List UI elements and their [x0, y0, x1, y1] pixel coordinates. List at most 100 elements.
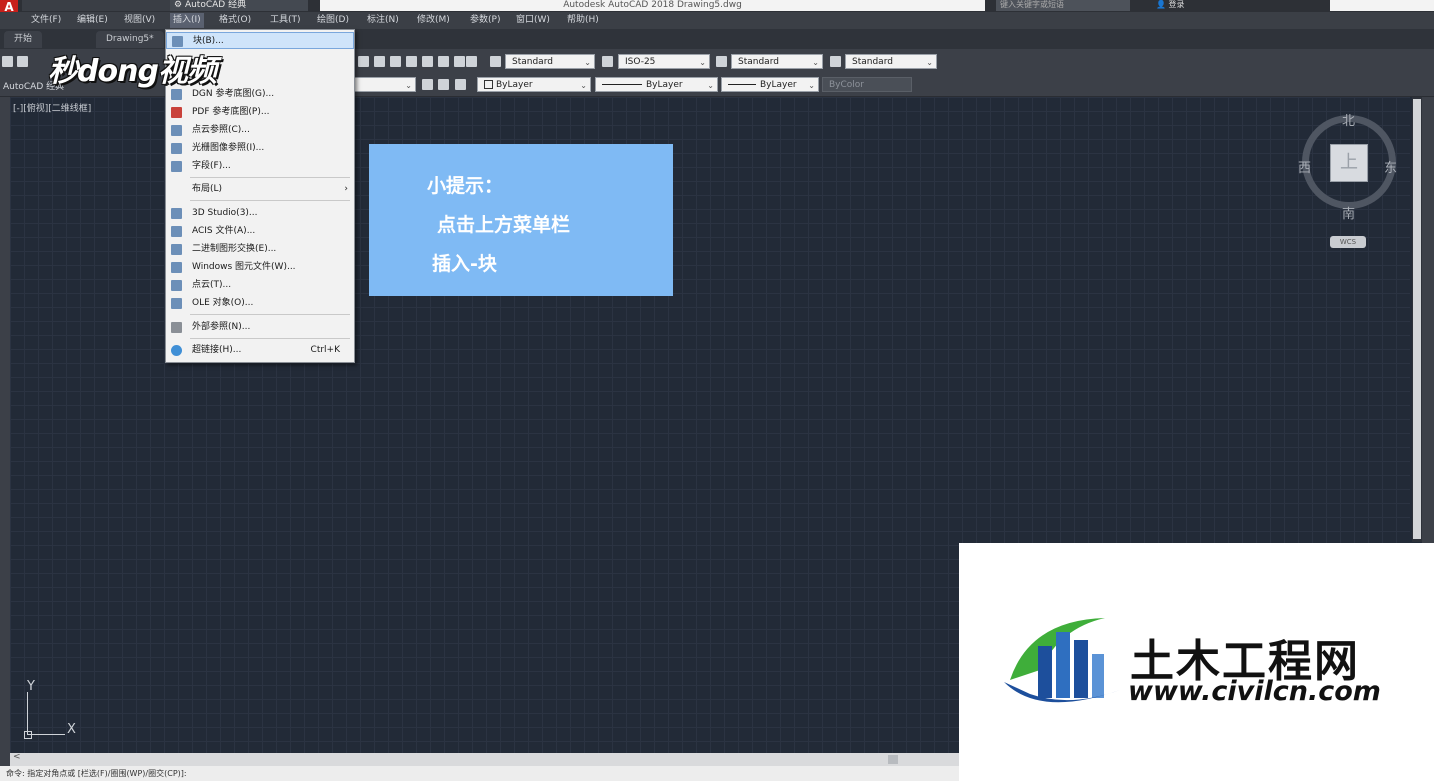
markup-icon[interactable]: [422, 56, 433, 67]
design-center-icon[interactable]: [374, 56, 385, 67]
hyperlink-icon: [171, 345, 182, 356]
horizontal-scrollbar[interactable]: <: [10, 752, 960, 766]
menu-item-acis[interactable]: ACIS 文件(A)...: [166, 223, 354, 240]
menu-item-field[interactable]: 字段(F)...: [166, 158, 354, 175]
text-style-select[interactable]: Standard ⌄: [505, 54, 595, 69]
civilcn-logo-icon: [1004, 618, 1120, 703]
workspace-selector[interactable]: ⚙ AutoCAD 经典: [170, 0, 308, 11]
color-swatch: [484, 80, 493, 89]
lineweight-select[interactable]: ByLayer ⌄: [721, 77, 819, 92]
compass-east[interactable]: 东: [1384, 157, 1397, 176]
sheet-set-icon[interactable]: [406, 56, 417, 67]
menu-item-label: 3D Studio(3)...: [192, 208, 258, 218]
compass-west[interactable]: 西: [1298, 157, 1311, 176]
menu-item-3d-studio[interactable]: 3D Studio(3)...: [166, 205, 354, 222]
menu-item-pointcloud-ref[interactable]: 点云参照(C)...: [166, 122, 354, 139]
menu-item-label: OLE 对象(O)...: [192, 298, 254, 308]
menu-separator: [190, 200, 350, 201]
quick-access-toolbar[interactable]: [22, 0, 172, 11]
color-select[interactable]: ByLayer ⌄: [477, 77, 591, 92]
menu-item-pointcloud[interactable]: 点云(T)...: [166, 277, 354, 294]
new-icon[interactable]: [2, 56, 13, 67]
menu-item-ole-object[interactable]: OLE 对象(O)...: [166, 295, 354, 312]
menu-help[interactable]: 帮助(H): [564, 13, 602, 28]
tip-line-2: 插入-块: [432, 253, 497, 275]
mleader-style-select[interactable]: Standard ⌄: [845, 54, 937, 69]
table-style-select[interactable]: Standard ⌄: [731, 54, 823, 69]
window-controls[interactable]: [1330, 0, 1434, 11]
login-button[interactable]: 👤 登录: [1156, 0, 1185, 10]
help-icon[interactable]: [466, 56, 477, 67]
quickcalc-icon[interactable]: [438, 56, 449, 67]
menu-parametric[interactable]: 参数(P): [467, 13, 503, 28]
menu-item-raster-image[interactable]: 光栅图像参照(I)...: [166, 140, 354, 157]
ucs-x-axis: [27, 734, 65, 735]
chevron-down-icon: ⌄: [405, 81, 412, 90]
menu-item-label: Windows 图元文件(W)...: [192, 262, 296, 272]
menu-draw[interactable]: 绘图(D): [314, 13, 352, 28]
calculator-icon[interactable]: [454, 56, 465, 67]
menu-item-label: 超链接(H)...: [192, 345, 242, 355]
pdf-icon: [171, 107, 182, 118]
left-toolbar[interactable]: [0, 97, 10, 781]
vertical-scroll-thumb[interactable]: [1413, 99, 1421, 539]
menu-window[interactable]: 窗口(W): [513, 13, 553, 28]
menu-modify[interactable]: 修改(M): [414, 13, 453, 28]
menu-bar: 文件(F) 编辑(E) 视图(V) 插入(I) 格式(O) 工具(T) 绘图(D…: [0, 12, 1434, 29]
menu-item-hyperlink[interactable]: 超链接(H)... Ctrl+K: [166, 342, 354, 359]
viewcube-top-face[interactable]: 上: [1330, 144, 1368, 182]
menu-item-dxb[interactable]: 二进制图形交换(E)...: [166, 241, 354, 258]
table-style-icon: [716, 56, 727, 67]
linetype-select[interactable]: ByLayer ⌄: [595, 77, 718, 92]
menu-tools[interactable]: 工具(T): [267, 13, 304, 28]
menu-edit[interactable]: 编辑(E): [74, 13, 111, 28]
acis-icon: [171, 226, 182, 237]
menu-file[interactable]: 文件(F): [28, 13, 64, 28]
compass-south[interactable]: 南: [1342, 203, 1355, 222]
tip-box: 小提示： 点击上方菜单栏 插入-块: [369, 144, 673, 296]
layer-current-icon[interactable]: [422, 79, 433, 90]
tool-palette-icon[interactable]: [390, 56, 401, 67]
dim-style-select[interactable]: ISO-25 ⌄: [618, 54, 710, 69]
search-input[interactable]: 键入关键字或短语: [996, 0, 1130, 11]
text-style-icon: [490, 56, 501, 67]
open-icon[interactable]: [17, 56, 28, 67]
table-style-value: Standard: [738, 57, 779, 67]
viewport-controls[interactable]: [-][俯视][二维线框]: [13, 101, 91, 114]
menu-item-label: 外部参照(N)...: [192, 322, 251, 332]
layer-match-icon[interactable]: [438, 79, 449, 90]
dxb-icon: [171, 244, 182, 255]
color-value: ByLayer: [496, 80, 533, 90]
menu-format[interactable]: 格式(O): [216, 13, 254, 28]
right-toolbar[interactable]: [1422, 97, 1434, 547]
linetype-value: ByLayer: [646, 80, 683, 90]
menu-dimension[interactable]: 标注(N): [364, 13, 402, 28]
linetype-preview: [602, 84, 642, 85]
dim-style-icon: [602, 56, 613, 67]
scroll-left-icon[interactable]: <: [13, 752, 21, 762]
pointcloud-icon: [171, 125, 182, 136]
chevron-down-icon: ⌄: [580, 81, 587, 90]
properties-icon[interactable]: [358, 56, 369, 67]
wmf-icon: [171, 262, 182, 273]
tab-start[interactable]: 开始: [4, 31, 43, 48]
plotstyle-select: ByColor: [822, 77, 912, 92]
menu-item-pdf-underlay[interactable]: PDF 参考底图(P)...: [166, 104, 354, 121]
3ds-icon: [171, 208, 182, 219]
menu-item-xref[interactable]: 外部参照(N)...: [166, 319, 354, 336]
chevron-down-icon: ⌄: [926, 58, 933, 67]
menu-item-wmf[interactable]: Windows 图元文件(W)...: [166, 259, 354, 276]
layer-select[interactable]: ⌄: [354, 77, 416, 92]
horizontal-scroll-thumb[interactable]: [888, 755, 898, 764]
layer-previous-icon[interactable]: [455, 79, 466, 90]
menu-item-layout[interactable]: 布局(L) ›: [166, 181, 354, 198]
menu-insert[interactable]: 插入(I): [170, 13, 204, 28]
ole-icon: [171, 298, 182, 309]
tip-line-1: 点击上方菜单栏: [437, 214, 571, 236]
wcs-menu-button[interactable]: WCS: [1330, 236, 1366, 248]
menu-item-label: 字段(F)...: [192, 161, 231, 171]
command-line[interactable]: 命令: 指定对角点或 [栏选(F)/圈围(WP)/圈交(CP)]:: [0, 766, 960, 781]
compass-north[interactable]: 北: [1342, 110, 1355, 129]
menu-separator: [190, 177, 350, 178]
menu-view[interactable]: 视图(V): [121, 13, 158, 28]
